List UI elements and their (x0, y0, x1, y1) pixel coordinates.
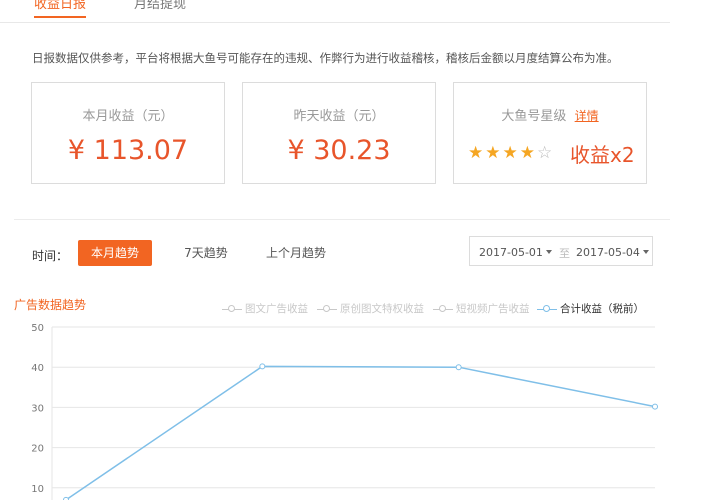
range-this-month-button[interactable]: 本月趋势 (78, 240, 152, 266)
y-tick-label: 30 (31, 403, 44, 414)
data-point (652, 403, 658, 410)
star-icon: ★ (502, 143, 520, 163)
caret-down-icon (642, 250, 649, 254)
caret-down-icon (545, 250, 552, 254)
legend-item-image-ads[interactable]: 图文广告收益 (222, 301, 308, 316)
data-point (259, 363, 266, 370)
month-income-value: ¥ 113.07 (67, 135, 189, 166)
date-separator: 至 (559, 247, 570, 260)
card-star-title: 大鱼号星级 详情 (501, 109, 599, 124)
report-tabs: 收益日报 月结提现 (0, 0, 670, 23)
series-line (65, 365, 656, 500)
tab-monthly-withdraw[interactable]: 月结提现 (134, 0, 186, 14)
yesterday-income-value: ¥ 30.23 (287, 135, 391, 166)
income-multiplier: 收益x2 (570, 143, 635, 167)
card-yesterday-title: 昨天收益（元） (293, 109, 385, 124)
notice-text: 日报数据仅供参考，平台将根据大鱼号可能存在的违规、作弊行为进行收益稽核，稽核后金… (32, 51, 619, 65)
trend-line-chart: 50 40 30 20 10 (31, 323, 658, 500)
y-tick-label: 20 (31, 444, 44, 455)
legend-marker-icon (222, 305, 242, 313)
card-month-title: 本月收益（元） (82, 109, 174, 124)
y-tick-label: 10 (31, 484, 44, 495)
legend-item-original-privilege[interactable]: 原创图文特权收益 (317, 301, 424, 316)
star-icon: ★ (485, 143, 503, 163)
star-icon: ★ (468, 143, 486, 163)
date-range-picker: 2017-05-01 至 2017-05-04 (469, 236, 653, 266)
y-tick-label: 40 (31, 363, 44, 374)
y-tick-label: 50 (31, 323, 44, 334)
chart-title: 广告数据趋势 (14, 298, 87, 312)
star-icon: ★ (519, 143, 537, 163)
star-rating: ★★★★☆ (468, 143, 554, 163)
data-point (455, 364, 462, 371)
card-month-income: 本月收益（元） ¥ 113.07 (31, 82, 225, 184)
tab-daily-report[interactable]: 收益日报 (34, 0, 87, 18)
date-start-select[interactable]: 2017-05-01 (479, 246, 552, 259)
section-divider (14, 219, 670, 220)
legend-marker-icon (433, 305, 453, 313)
range-7days-button[interactable]: 7天趋势 (176, 240, 236, 266)
star-empty-icon: ☆ (537, 143, 555, 163)
legend-marker-icon (317, 305, 337, 313)
legend-item-video-ads[interactable]: 短视频广告收益 (433, 301, 530, 316)
time-label: 时间： (32, 249, 69, 263)
card-yesterday-income: 昨天收益（元） ¥ 30.23 (242, 82, 436, 184)
card-star-level: 大鱼号星级 详情 ★★★★☆ 收益x2 (453, 82, 647, 184)
legend-item-total-income[interactable]: 合计收益（税前） (537, 301, 644, 316)
detail-link[interactable]: 详情 (575, 109, 599, 123)
range-last-month-button[interactable]: 上个月趋势 (256, 240, 336, 266)
date-end-select[interactable]: 2017-05-04 (576, 246, 649, 259)
legend-marker-icon (537, 305, 557, 313)
